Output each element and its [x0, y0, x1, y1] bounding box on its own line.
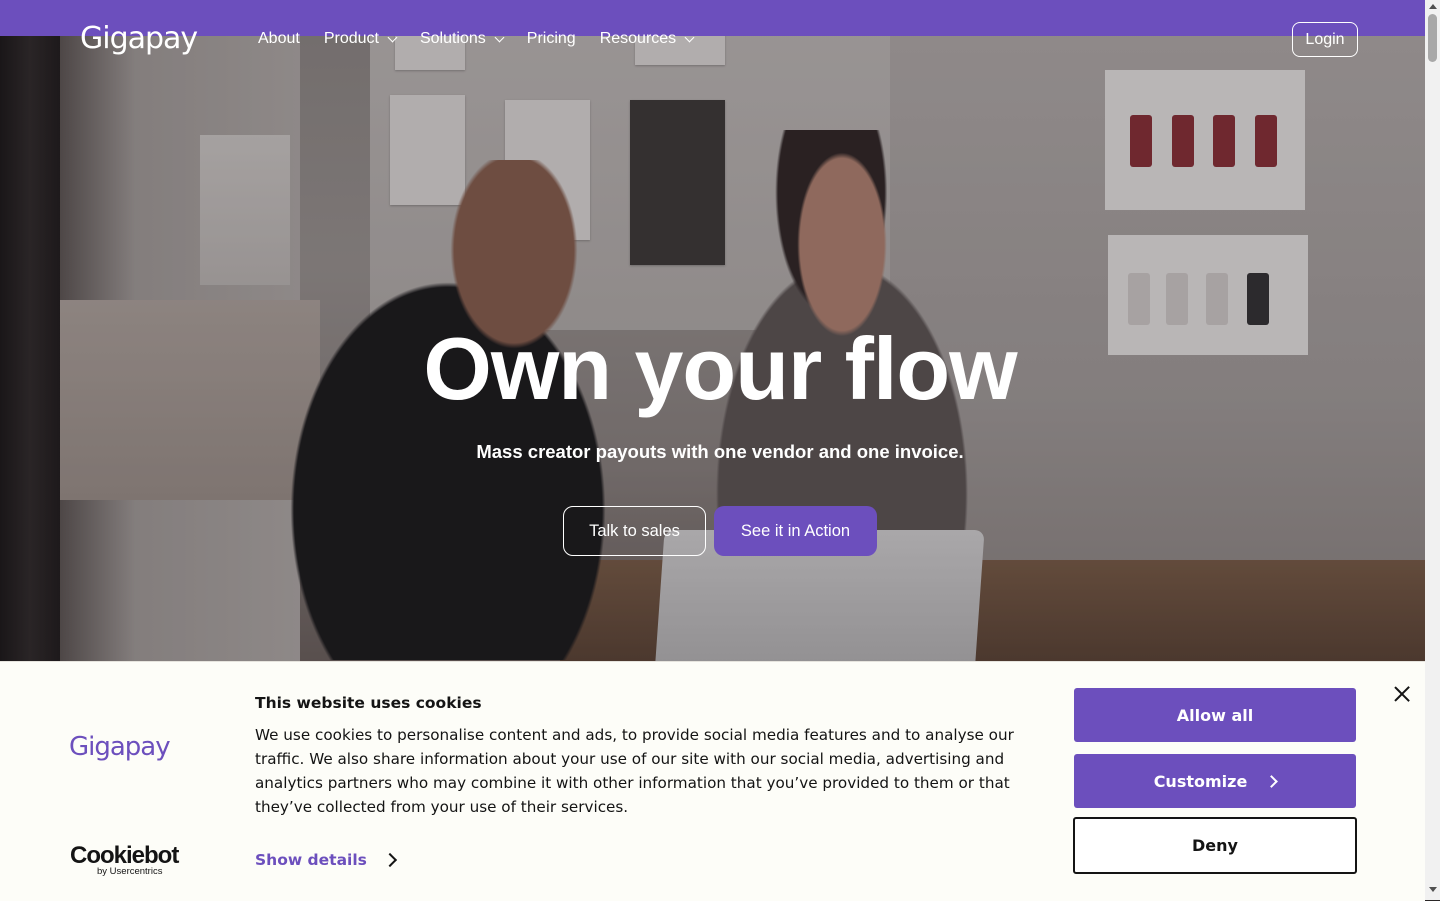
- chevron-down-icon: [684, 32, 695, 42]
- customize-label: Customize: [1153, 771, 1248, 791]
- main-navigation: Gigapay About Product Solutions Pricing …: [0, 20, 1425, 60]
- chevron-right-icon: [382, 852, 397, 868]
- nav-item-solutions[interactable]: Solutions: [419, 30, 505, 48]
- see-it-in-action-button[interactable]: See it in Action: [714, 506, 877, 556]
- cookie-banner-text: We use cookies to personalise content an…: [255, 726, 1014, 816]
- nav-item-label: Resources: [599, 30, 677, 47]
- nav-item-product[interactable]: Product: [323, 30, 398, 48]
- nav-item-about[interactable]: About: [258, 30, 300, 48]
- hero-headline: Own your flow: [423, 319, 1017, 418]
- scrollbar-thumb[interactable]: [1428, 14, 1437, 62]
- close-icon[interactable]: [1392, 684, 1412, 704]
- cookie-banner-title: This website uses cookies: [255, 694, 482, 712]
- nav-item-label: Pricing: [526, 30, 576, 47]
- cookie-banner-logo: Gigapay: [69, 732, 171, 762]
- page-scrollbar[interactable]: [1425, 0, 1440, 900]
- nav-item-label: Solutions: [419, 30, 486, 47]
- scroll-up-arrow-icon[interactable]: [1429, 4, 1437, 9]
- nav-item-label: About: [258, 30, 300, 47]
- deny-button[interactable]: Deny: [1073, 817, 1357, 874]
- chevron-down-icon: [494, 32, 505, 42]
- scroll-down-arrow-icon[interactable]: [1429, 887, 1437, 892]
- hero-subheadline: Mass creator payouts with one vendor and…: [476, 441, 964, 462]
- chevron-right-icon: [1265, 774, 1279, 788]
- cookie-consent-banner: Gigapay Cookiebot by Usercentrics This w…: [0, 661, 1425, 901]
- cookiebot-sublabel: by Usercentrics: [97, 866, 163, 877]
- allow-all-label: Allow all: [1176, 705, 1254, 725]
- deny-label: Deny: [1192, 836, 1238, 855]
- show-details-link[interactable]: Show details: [255, 851, 397, 869]
- talk-to-sales-button[interactable]: Talk to sales: [563, 506, 706, 556]
- customize-button[interactable]: Customize: [1074, 754, 1356, 808]
- show-details-label: Show details: [255, 851, 367, 869]
- nav-item-resources[interactable]: Resources: [599, 30, 695, 48]
- chevron-down-icon: [387, 32, 398, 42]
- login-button[interactable]: Login: [1292, 22, 1358, 57]
- brand-logo[interactable]: Gigapay: [80, 20, 198, 58]
- nav-item-label: Product: [323, 30, 379, 47]
- nav-links: About Product Solutions Pricing Resource…: [258, 30, 717, 48]
- cookiebot-logo[interactable]: Cookiebot: [70, 844, 179, 868]
- nav-item-pricing[interactable]: Pricing: [527, 30, 576, 48]
- allow-all-button[interactable]: Allow all: [1074, 688, 1356, 742]
